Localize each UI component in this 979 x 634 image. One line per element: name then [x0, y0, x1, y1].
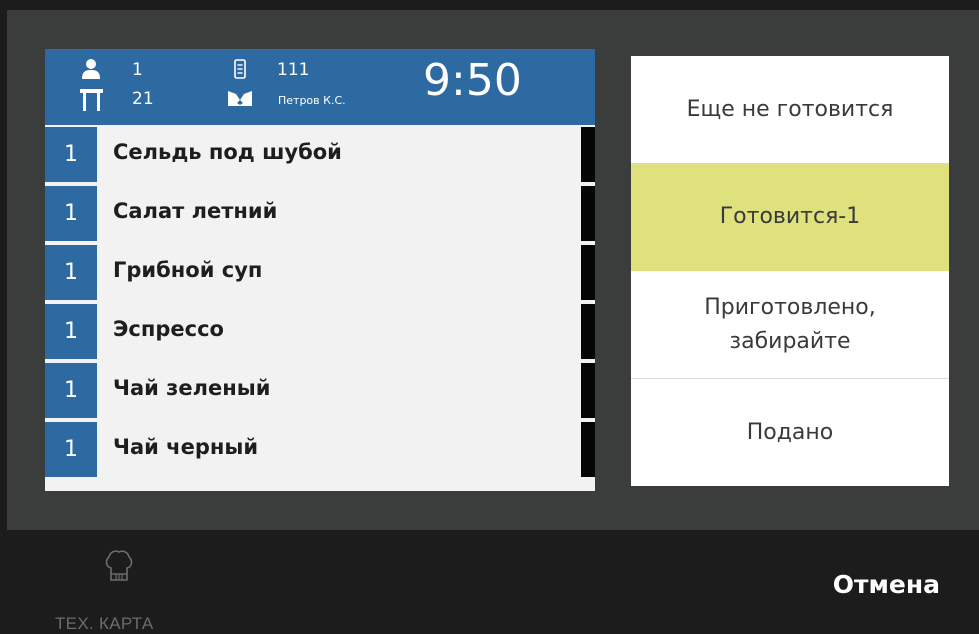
item-quantity: 1	[45, 363, 97, 418]
item-quantity: 1	[45, 186, 97, 241]
bottom-toolbar: ТЕХ. КАРТА Отмена	[0, 530, 979, 633]
item-status-bar	[581, 363, 595, 418]
item-name: Грибной суп	[113, 258, 263, 282]
status-options-panel: Еще не готовится Готовится-1 Приготовлен…	[631, 56, 949, 486]
techcard-button[interactable]: ТЕХ. КАРТА	[55, 548, 195, 633]
list-item[interactable]: 1 Сельдь под шубой	[45, 127, 595, 182]
table-icon	[80, 89, 103, 111]
item-status-bar	[581, 422, 595, 477]
list-item[interactable]: 1 Чай черный	[45, 422, 595, 477]
guest-icon	[82, 59, 100, 79]
order-number: 111	[277, 60, 310, 80]
status-not-cooking-button[interactable]: Еще не готовится	[631, 56, 949, 163]
list-item[interactable]: 1 Эспрессо	[45, 304, 595, 359]
guest-count: 1	[132, 60, 143, 80]
item-quantity: 1	[45, 245, 97, 300]
order-card: 1 21 111 Петров К.С. 9:50 1 Сельдь под ш…	[45, 49, 595, 491]
item-quantity: 1	[45, 127, 97, 182]
item-status-bar	[581, 304, 595, 359]
order-time: 9:50	[423, 55, 522, 106]
status-label: Еще не готовится	[686, 96, 894, 122]
cancel-button[interactable]: Отмена	[790, 570, 940, 610]
techcard-label: ТЕХ. КАРТА	[55, 614, 154, 633]
item-name: Эспрессо	[113, 317, 224, 341]
list-item[interactable]: 1 Чай зеленый	[45, 363, 595, 418]
item-name: Салат летний	[113, 199, 278, 223]
status-label: Подано	[746, 419, 834, 445]
receipt-icon	[234, 59, 246, 79]
list-item[interactable]: 1 Салат летний	[45, 186, 595, 241]
status-cooking-button[interactable]: Готовится-1	[631, 163, 949, 271]
table-number: 21	[132, 89, 154, 109]
order-header: 1 21 111 Петров К.С. 9:50	[45, 49, 595, 125]
list-item[interactable]: 1 Грибной суп	[45, 245, 595, 300]
status-served-button[interactable]: Подано	[631, 378, 949, 486]
item-name: Сельдь под шубой	[113, 140, 342, 164]
status-label: Приготовлено, забирайте	[704, 294, 876, 354]
waiter-name: Петров К.С.	[278, 94, 346, 107]
item-status-bar	[581, 127, 595, 182]
item-status-bar	[581, 245, 595, 300]
waiter-icon	[228, 91, 252, 106]
item-name: Чай зеленый	[113, 376, 271, 400]
chef-hat-icon	[105, 550, 133, 581]
item-quantity: 1	[45, 304, 97, 359]
status-label: Готовится-1	[719, 204, 861, 229]
item-quantity: 1	[45, 422, 97, 477]
item-status-bar	[581, 186, 595, 241]
order-items-list: 1 Сельдь под шубой 1 Салат летний 1 Гриб…	[45, 127, 595, 481]
item-name: Чай черный	[113, 435, 259, 459]
status-ready-button[interactable]: Приготовлено, забирайте	[631, 271, 949, 378]
